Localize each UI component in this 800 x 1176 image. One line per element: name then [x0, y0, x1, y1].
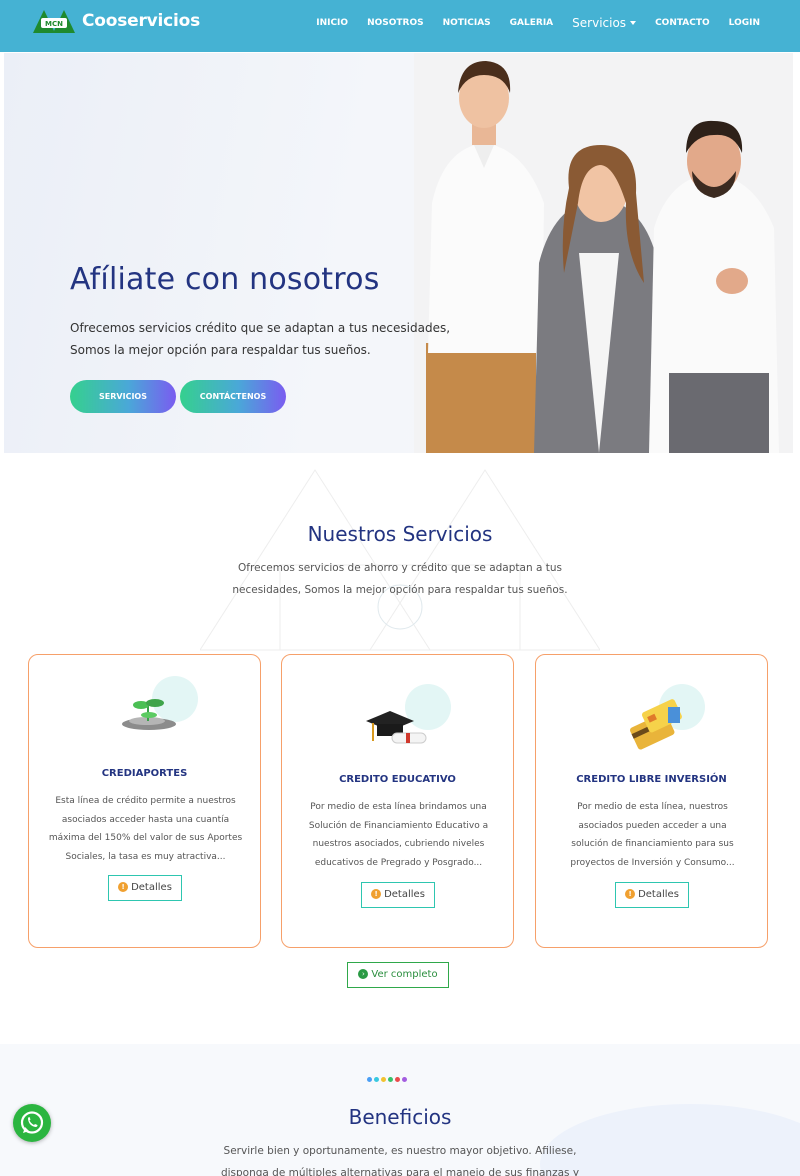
- card-text-line: Solución de Financiamiento Educativo a: [308, 820, 489, 831]
- detalles-label: Detalles: [384, 889, 425, 900]
- card-text-line: asociados pueden acceder a una: [578, 820, 727, 831]
- card-text-line: solución de financiamiento para sus: [571, 839, 734, 849]
- color-dot: [381, 1077, 386, 1082]
- nav-nosotros[interactable]: NOSOTROS: [367, 18, 424, 30]
- nav-contacto[interactable]: CONTACTO: [655, 18, 710, 30]
- nav-servicios-dropdown[interactable]: Servicios: [572, 16, 637, 30]
- color-dots: [367, 1077, 407, 1082]
- card-text-line: Esta línea de crédito permite a nuestros: [55, 796, 236, 806]
- whatsapp-icon: [20, 1111, 44, 1134]
- card-text-line: Por medio de esta línea brindamos una: [310, 802, 487, 812]
- contactenos-button[interactable]: CONTÁCTENOS: [180, 380, 286, 413]
- ver-completo-button[interactable]: › Ver completo: [347, 962, 449, 988]
- color-dot: [388, 1077, 393, 1082]
- card-text-line: Por medio de esta línea, nuestros: [577, 802, 728, 812]
- servicios-button[interactable]: SERVICIOS: [70, 380, 176, 413]
- card-text-line: máxima del 150% del valor de sus Aportes: [48, 833, 243, 843]
- navbar: MCN Cooservicios INICIO NOSOTROS NOTICIA…: [0, 0, 800, 52]
- service-card-crediaportes: CREDIAPORTES Esta línea de crédito permi…: [28, 654, 261, 948]
- nav-galeria[interactable]: GALERIA: [510, 18, 553, 30]
- card-description: Por medio de esta línea, nuestros asocia…: [548, 798, 757, 872]
- benefits-text-line: Servirle bien y oportunamente, es nuestr…: [223, 1145, 577, 1157]
- brand-logo-icon[interactable]: MCN: [33, 8, 75, 34]
- color-dot: [402, 1077, 407, 1082]
- card-title: CREDITO LIBRE INVERSIÓN: [576, 774, 727, 785]
- detalles-button[interactable]: ! Detalles: [615, 882, 689, 908]
- card-description: Esta línea de crédito permite a nuestros…: [41, 792, 250, 866]
- detalles-button[interactable]: ! Detalles: [361, 882, 435, 908]
- svg-text:MCN: MCN: [45, 20, 63, 28]
- card-text-line: asociados acceder hasta una cuantía: [61, 814, 230, 825]
- brand-name[interactable]: Cooservicios: [82, 11, 200, 31]
- detalles-label: Detalles: [131, 882, 172, 893]
- card-description: Por medio de esta línea brindamos una So…: [294, 798, 503, 872]
- hero-people-photo: [414, 53, 793, 453]
- benefits-description: Servirle bien y oportunamente, es nuestr…: [210, 1140, 590, 1176]
- card-title: CREDITO EDUCATIVO: [339, 774, 456, 785]
- main-nav: INICIO NOSOTROS NOTICIAS GALERIA Servici…: [297, 16, 760, 30]
- service-card-credito-educativo: CREDITO EDUCATIVO Por medio de esta líne…: [281, 654, 514, 948]
- color-dot: [367, 1077, 372, 1082]
- nav-login[interactable]: LOGIN: [729, 18, 760, 30]
- info-icon: !: [625, 889, 636, 899]
- color-dot: [374, 1077, 379, 1082]
- graduation-cap-icon: [366, 684, 451, 744]
- detalles-label: Detalles: [638, 889, 679, 900]
- benefits-text-line: disponga de múltiples alternativas para …: [220, 1167, 580, 1176]
- hero-banner: Afíliate con nosotros Ofrecemos servicio…: [4, 53, 793, 453]
- hero-description: Ofrecemos servicios crédito que se adapt…: [70, 317, 470, 361]
- services-text-line: Ofrecemos servicios de ahorro y crédito …: [238, 562, 562, 574]
- card-title: CREDIAPORTES: [101, 768, 188, 779]
- chevron-right-icon: ›: [358, 969, 369, 979]
- credit-cards-icon: [630, 684, 705, 750]
- info-icon: !: [118, 882, 129, 892]
- info-icon: !: [371, 889, 382, 899]
- benefits-section: Beneficios Servirle bien y oportunamente…: [0, 1044, 800, 1176]
- benefits-title: Beneficios: [348, 1105, 452, 1129]
- card-text-line: proyectos de Inversión y Consumo...: [570, 857, 735, 868]
- ver-completo-label: Ver completo: [371, 969, 438, 980]
- whatsapp-button[interactable]: [13, 1104, 51, 1142]
- nav-inicio[interactable]: INICIO: [316, 18, 348, 30]
- detalles-button[interactable]: ! Detalles: [108, 875, 182, 901]
- hero-text-line: Ofrecemos servicios crédito que se adapt…: [70, 321, 451, 335]
- services-title: Nuestros Servicios: [307, 522, 493, 546]
- chevron-down-icon: [630, 21, 637, 25]
- services-description: Ofrecemos servicios de ahorro y crédito …: [220, 557, 580, 601]
- card-text-line: Sociales, la tasa es muy atractiva...: [65, 851, 226, 862]
- service-card-libre-inversion: CREDITO LIBRE INVERSIÓN Por medio de est…: [535, 654, 768, 948]
- color-dot: [395, 1077, 400, 1082]
- card-text-line: nuestros asociados, cubriendo niveles: [312, 839, 485, 849]
- hero-title: Afíliate con nosotros: [70, 262, 380, 297]
- services-text-line: necesidades, Somos la mejor opción para …: [232, 584, 568, 596]
- nav-noticias[interactable]: NOTICIAS: [443, 18, 491, 30]
- hero-text-line: Somos la mejor opción para respaldar tus…: [70, 343, 371, 357]
- plant-coins-icon: [122, 676, 198, 730]
- nav-servicios-label: Servicios: [572, 16, 627, 30]
- card-text-line: educativos de Pregrado y Posgrado...: [314, 857, 483, 868]
